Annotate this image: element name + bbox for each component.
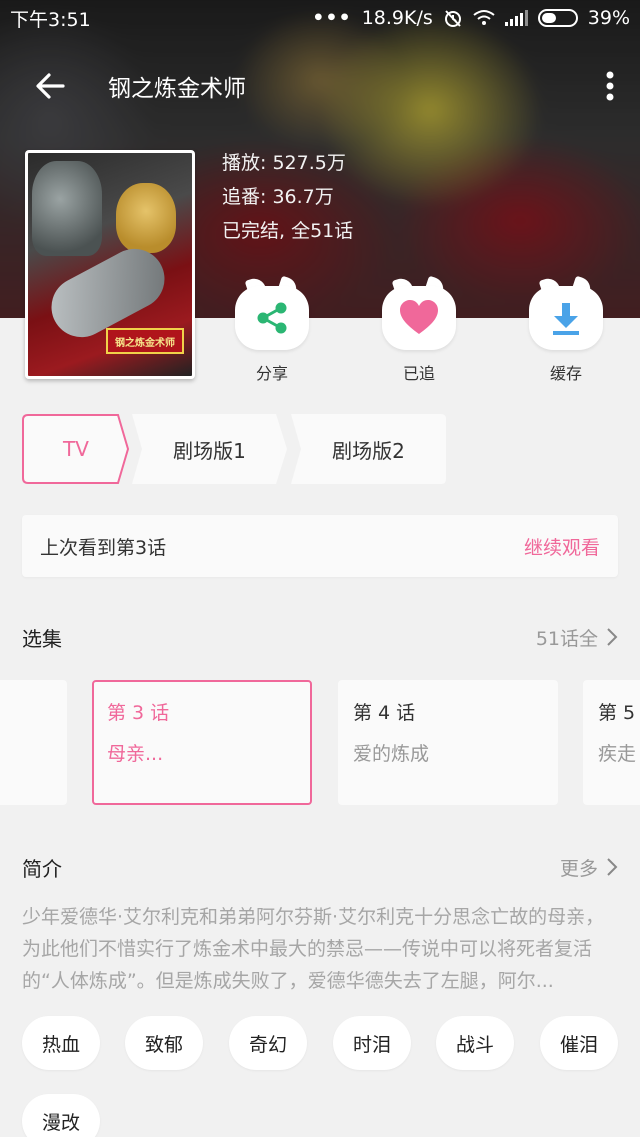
more-options-button[interactable] bbox=[580, 50, 640, 122]
episode-card-active[interactable]: 第 3 话 母亲... bbox=[92, 680, 312, 805]
network-speed: 18.9K/s bbox=[361, 7, 433, 29]
alarm-icon bbox=[444, 10, 461, 27]
tab-movie-2[interactable]: 剧场版2 bbox=[291, 414, 446, 484]
episode-card[interactable]: 第 5 话 疾走 bbox=[583, 680, 640, 805]
tag-chip[interactable]: 战斗 bbox=[436, 1016, 514, 1070]
intro-header: 简介 更多 bbox=[22, 847, 618, 887]
tag-chip[interactable]: 漫改 bbox=[22, 1094, 100, 1137]
share-icon bbox=[257, 302, 287, 334]
app-bar: 钢之炼金术师 bbox=[0, 50, 640, 122]
download-icon bbox=[553, 303, 579, 335]
tag-chip[interactable]: 催泪 bbox=[540, 1016, 618, 1070]
follow-button[interactable]: 已追 bbox=[369, 275, 469, 384]
season-tabs: TV 剧场版1 剧场版2 bbox=[22, 414, 622, 484]
episode-name: 母亲... bbox=[107, 743, 164, 765]
notification-dots-icon: ••• bbox=[312, 7, 352, 29]
episode-number: 第 4 话 bbox=[353, 702, 416, 724]
page-title: 钢之炼金术师 bbox=[108, 76, 246, 102]
intro-title: 简介 bbox=[22, 856, 62, 881]
tab-movie-2-label: 剧场版2 bbox=[332, 438, 405, 463]
back-button[interactable] bbox=[0, 50, 100, 122]
chevron-right-icon bbox=[607, 858, 618, 876]
follow-count: 追番: 36.7万 bbox=[222, 186, 334, 208]
intro-more-link[interactable]: 更多 bbox=[560, 854, 618, 881]
arrow-left-icon bbox=[36, 73, 65, 99]
battery-percent: 39% bbox=[587, 7, 630, 29]
episode-name: 疾走 bbox=[598, 743, 637, 765]
follow-label: 已追 bbox=[402, 364, 435, 383]
tag-chip[interactable]: 奇幻 bbox=[229, 1016, 307, 1070]
completion-status: 已完结, 全51话 bbox=[222, 220, 354, 242]
battery-icon bbox=[537, 9, 578, 27]
stats-block: 播放: 527.5万 追番: 36.7万 已完结, 全51话 bbox=[222, 150, 353, 252]
download-button[interactable]: 缓存 bbox=[516, 275, 616, 384]
tab-tv-label: TV bbox=[63, 437, 89, 461]
heart-icon bbox=[400, 300, 438, 334]
episodes-title: 选集 bbox=[22, 626, 62, 651]
play-count: 播放: 527.5万 bbox=[222, 152, 346, 174]
tag-chip[interactable]: 热血 bbox=[22, 1016, 100, 1070]
status-time: 下午3:51 bbox=[10, 8, 91, 31]
tab-movie-1[interactable]: 剧场版1 bbox=[132, 414, 287, 484]
share-button[interactable]: 分享 bbox=[222, 275, 322, 384]
episode-number: 第 5 话 bbox=[598, 702, 640, 724]
tab-tv[interactable]: TV bbox=[22, 414, 130, 484]
tag-chip[interactable]: 时泪 bbox=[333, 1016, 411, 1070]
episode-name: 爱的炼成 bbox=[353, 743, 430, 765]
episode-number: 第 3 话 bbox=[107, 702, 170, 724]
all-episodes-label: 51话全 bbox=[535, 627, 598, 650]
wifi-icon bbox=[473, 10, 495, 25]
last-watched-text: 上次看到第3话 bbox=[40, 536, 167, 559]
resume-bar[interactable]: 上次看到第3话 继续观看 bbox=[22, 515, 618, 577]
continue-watching-link[interactable]: 继续观看 bbox=[524, 533, 600, 560]
episode-list: 第 3 话 母亲... 第 4 话 爱的炼成 第 5 话 疾走 bbox=[0, 680, 640, 806]
intro-more-label: 更多 bbox=[559, 857, 598, 880]
cell-signal-icon bbox=[504, 10, 528, 26]
episode-card[interactable] bbox=[0, 680, 67, 805]
tag-chip[interactable]: 致郁 bbox=[125, 1016, 203, 1070]
status-bar: 下午3:51 ••• 18.9K/s 39% bbox=[0, 0, 640, 36]
intro-text: 少年爱德华·艾尔利克和弟弟阿尔芬斯·艾尔利克十分思念亡故的母亲，为此他们不惜实行… bbox=[22, 906, 605, 992]
all-episodes-link[interactable]: 51话全 bbox=[536, 624, 618, 651]
tab-movie-1-label: 剧场版1 bbox=[173, 438, 246, 463]
chevron-right-icon bbox=[607, 628, 618, 646]
episode-card[interactable]: 第 4 话 爱的炼成 bbox=[338, 680, 558, 805]
share-label: 分享 bbox=[255, 364, 288, 383]
more-vertical-icon bbox=[606, 71, 614, 101]
action-row: 分享 已追 缓存 bbox=[0, 275, 640, 388]
download-label: 缓存 bbox=[549, 364, 582, 383]
episodes-header: 选集 51话全 bbox=[22, 617, 618, 657]
